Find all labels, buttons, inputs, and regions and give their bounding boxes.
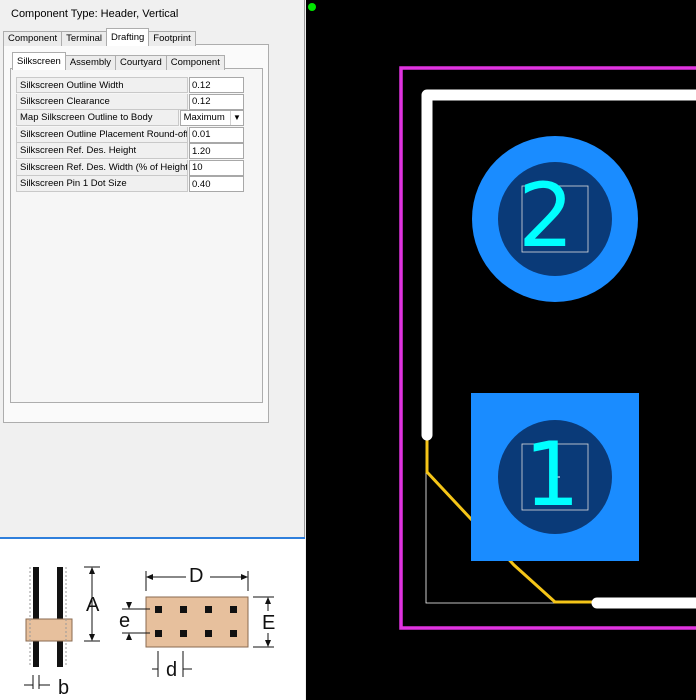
arrow-icon [89,634,95,641]
dimension-label-e-upper: E [262,612,276,634]
property-label: Silkscreen Pin 1 Dot Size [16,176,188,192]
dimension-label-d-upper: D [189,565,204,587]
pin1-dot-size-input[interactable] [189,176,244,192]
sub-tab-bar: Silkscreen Assembly Courtyard Component [12,52,225,70]
arrow-icon [265,640,271,647]
tab-assembly[interactable]: Assembly [64,55,117,70]
pin-square [230,630,237,637]
refdes-width-input[interactable] [189,159,244,176]
property-row: Silkscreen Ref. Des. Width (% of Height) [16,159,244,177]
select-value: Maximum [183,112,225,123]
property-row: Silkscreen Outline Placement Round-off [16,126,244,144]
component-type-label: Component Type: Header, Vertical [11,8,179,20]
footprint-canvas[interactable]: 2 1 [306,0,696,700]
dimension-diagram: A b D e E d [0,537,305,700]
pin-square [180,630,187,637]
chevron-down-icon[interactable]: ▼ [230,111,243,125]
header-top-body [145,596,249,648]
insulator-body [25,618,73,642]
dimension-label-a: A [86,594,100,616]
pin-square [180,606,187,613]
property-row: Silkscreen Clearance [16,93,244,111]
outline-width-input[interactable] [189,77,244,93]
dimension-label-d-lower: d [166,659,178,681]
property-label: Silkscreen Outline Width [16,77,188,93]
tab-silkscreen[interactable]: Silkscreen [12,52,66,70]
refdes-height-input[interactable] [189,143,244,159]
dimension-label-e-lower: e [119,610,131,632]
pad-1-label: 1 [524,423,580,526]
pin-square [205,630,212,637]
property-row: Silkscreen Pin 1 Dot Size [16,176,244,193]
pin-lead [33,567,39,667]
header-dimension-illustration [24,566,274,689]
pin-square [230,606,237,613]
tab-drafting[interactable]: Drafting [106,28,150,46]
property-label: Silkscreen Outline Placement Round-off [16,126,188,143]
pin-square [155,606,162,613]
main-tab-bar: Component Terminal Drafting Footprint [3,28,196,46]
arrow-icon [265,597,271,604]
placement-roundoff-input[interactable] [189,126,244,143]
tab-courtyard[interactable]: Courtyard [115,55,167,70]
pin-square [205,606,212,613]
arrow-icon [146,574,153,580]
tab-sub-component[interactable]: Component [165,55,225,70]
property-row: Silkscreen Ref. Des. Height [16,143,244,160]
property-row: Silkscreen Outline Width [16,77,244,94]
tab-terminal[interactable]: Terminal [61,31,108,46]
footprint-drawing[interactable] [306,0,696,700]
clearance-input[interactable] [189,93,244,110]
map-outline-select[interactable]: Maximum ▼ [179,110,244,126]
property-label: Silkscreen Clearance [16,93,188,110]
pin-square [155,630,162,637]
tab-component[interactable]: Component [3,31,63,46]
property-label: Map Silkscreen Outline to Body [16,110,179,126]
property-row: Map Silkscreen Outline to Body Maximum ▼ [16,110,244,127]
arrow-icon [126,633,132,640]
arrow-icon [241,574,248,580]
property-grid: Silkscreen Outline Width Silkscreen Clea… [16,77,244,193]
properties-panel: Component Type: Header, Vertical Compone… [0,0,305,700]
tab-footprint[interactable]: Footprint [148,31,196,46]
dimension-label-b: b [58,677,70,699]
pin-lead [57,567,63,667]
arrow-icon [89,567,95,574]
pad-2-label: 2 [518,164,574,267]
arrow-icon [126,602,132,609]
property-label: Silkscreen Ref. Des. Width (% of Height) [16,159,188,176]
property-label: Silkscreen Ref. Des. Height [16,143,188,159]
